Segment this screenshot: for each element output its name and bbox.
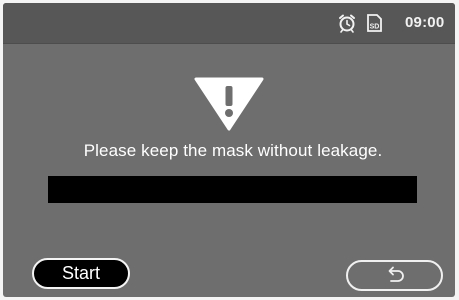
back-arrow-icon <box>388 266 404 282</box>
status-bar: SD 09:00 <box>3 3 455 44</box>
alarm-clock-icon <box>337 13 357 33</box>
warning-icon <box>194 77 264 131</box>
back-button[interactable] <box>346 260 443 291</box>
leakage-message: Please keep the mask without leakage. <box>83 141 383 160</box>
sd-card-icon: SD <box>364 13 384 33</box>
svg-text:SD: SD <box>370 24 380 31</box>
leakage-indicator-bar <box>48 176 417 203</box>
status-time: 09:00 <box>405 14 445 31</box>
device-screen: SD 09:00 Please keep the mask without le… <box>3 3 455 297</box>
start-button[interactable]: Start <box>32 258 130 289</box>
